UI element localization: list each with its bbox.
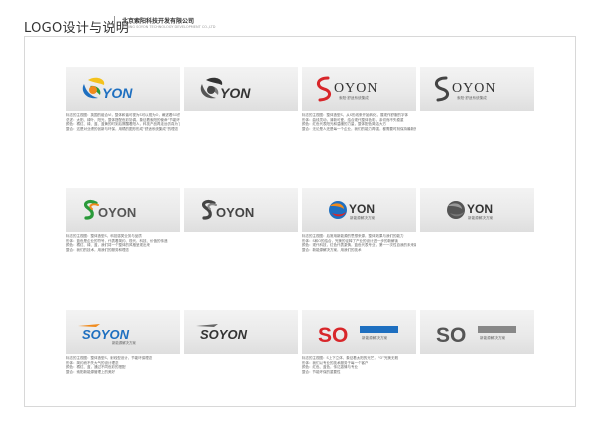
- title-divider: [114, 16, 115, 32]
- company-subtitle: BEIJING SOYON TECHNOLOGY DEVELOPMENT CO.…: [122, 25, 216, 29]
- logo-description: 标志的主视图：后常用新能源的思想来源，整体效果与我们的能力 形体：S和O的结合，完…: [302, 234, 416, 252]
- logo-description: 标志的主视图：整体造型S，从S形线条开始转化，展现作舒服的字体 形体：曲线灵动，清…: [302, 113, 416, 131]
- svg-text:新能源解决方案: 新能源解决方案: [112, 340, 136, 345]
- logo-image: OYON 索阳·舒适系统集成: [302, 67, 416, 111]
- svg-text:新能源解决方案: 新能源解决方案: [362, 335, 388, 340]
- logo-image: YON: [66, 67, 180, 111]
- svg-text:OYON: OYON: [334, 81, 378, 96]
- logo-image: SOYON 新能源解决方案: [66, 310, 180, 354]
- logo-description: 标志的主视图：英国的组合VI，整体和谐可视为S可以视为O，阐述着SO的紧张环保概…: [66, 113, 180, 131]
- logo-image: SO 新能源解决方案: [302, 310, 416, 354]
- svg-text:SO: SO: [436, 324, 466, 347]
- logo-description: 标志的主视图：S上下立体，象征着太阳的光芒，“O”完美无瑕 形体：我们以专业的技术…: [302, 356, 399, 374]
- logo-description: 标志的主视图：整体造型S，科技感类业务与品质 形体：蓝色是企业的符号，代表着简约、…: [66, 234, 168, 252]
- svg-text:SOYON: SOYON: [200, 327, 248, 342]
- svg-text:新能源解决方案: 新能源解决方案: [468, 215, 494, 220]
- svg-text:索阳·舒适系统集成: 索阳·舒适系统集成: [457, 95, 487, 100]
- svg-text:索阳·舒适系统集成: 索阳·舒适系统集成: [339, 95, 369, 100]
- logo-image: YON 新能源解决方案: [302, 188, 416, 232]
- svg-text:YON: YON: [220, 85, 251, 101]
- logo-image: OYON 索阳·舒适系统集成: [420, 67, 534, 111]
- logo-image: OYON: [66, 188, 180, 232]
- logo-image: SO 新能源解决方案: [420, 310, 534, 354]
- svg-text:新能源解决方案: 新能源解决方案: [480, 335, 506, 340]
- logo-description: 标志的主视图：整体造型S，射线型设计，节能环保理念 形体：简约而不失大气的设计理念…: [66, 356, 153, 374]
- svg-text:YON: YON: [102, 85, 133, 101]
- logo-image: OYON: [184, 188, 298, 232]
- svg-text:SOYON: SOYON: [82, 327, 130, 342]
- logo-image: YON: [184, 67, 298, 111]
- logo-image: SOYON: [184, 310, 298, 354]
- svg-text:新能源解决方案: 新能源解决方案: [350, 215, 376, 220]
- svg-text:SO: SO: [318, 324, 348, 347]
- svg-text:OYON: OYON: [216, 205, 254, 220]
- svg-text:OYON: OYON: [98, 205, 136, 220]
- svg-text:YON: YON: [467, 202, 493, 216]
- svg-text:OYON: OYON: [452, 81, 496, 96]
- svg-text:YON: YON: [349, 202, 375, 216]
- logo-image: YON 新能源解决方案: [420, 188, 534, 232]
- company-name: 北京索阳科技开发有限公司: [122, 18, 195, 25]
